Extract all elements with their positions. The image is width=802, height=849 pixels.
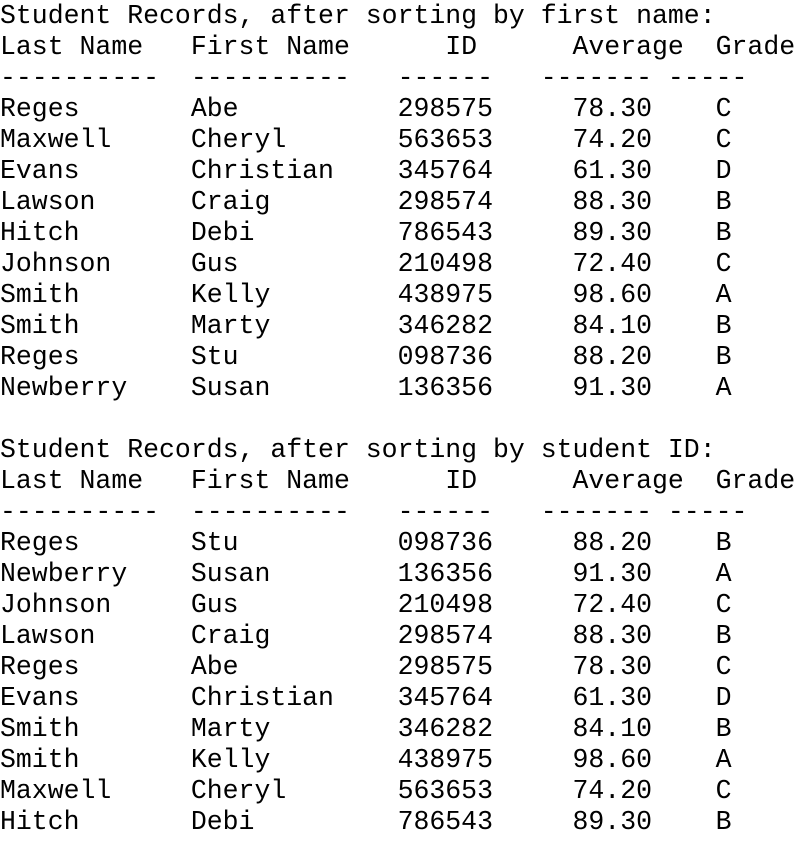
student-record-row: Smith Kelly 438975 98.60 A bbox=[0, 280, 732, 310]
student-record-row: Johnson Gus 210498 72.40 C bbox=[0, 590, 732, 620]
student-record-row: Hitch Debi 786543 89.30 B bbox=[0, 218, 732, 248]
student-record-row: Maxwell Cheryl 563653 74.20 C bbox=[0, 776, 732, 806]
student-record-row: Smith Marty 346282 84.10 B bbox=[0, 311, 732, 341]
column-header-row: Last Name First Name ID Average Grade bbox=[0, 32, 796, 62]
student-record-row: Reges Stu 098736 88.20 B bbox=[0, 342, 732, 372]
header-rule: ---------- ---------- ------ ------- ---… bbox=[0, 63, 748, 93]
student-record-row: Lawson Craig 298574 88.30 B bbox=[0, 187, 732, 217]
student-record-row: Smith Kelly 438975 98.60 A bbox=[0, 745, 732, 775]
student-record-row: Johnson Gus 210498 72.40 C bbox=[0, 249, 732, 279]
student-record-row: Maxwell Cheryl 563653 74.20 C bbox=[0, 125, 732, 155]
student-record-row: Newberry Susan 136356 91.30 A bbox=[0, 373, 732, 403]
student-record-row: Lawson Craig 298574 88.30 B bbox=[0, 621, 732, 651]
section-title: Student Records, after sorting by first … bbox=[0, 1, 716, 31]
student-record-row: Evans Christian 345764 61.30 D bbox=[0, 156, 732, 186]
section-title: Student Records, after sorting by studen… bbox=[0, 435, 716, 465]
student-record-row: Reges Stu 098736 88.20 B bbox=[0, 528, 732, 558]
console-output: Student Records, after sorting by first … bbox=[0, 1, 795, 838]
student-record-row: Reges Abe 298575 78.30 C bbox=[0, 94, 732, 124]
student-record-row: Reges Abe 298575 78.30 C bbox=[0, 652, 732, 682]
student-record-row: Hitch Debi 786543 89.30 B bbox=[0, 807, 732, 837]
header-rule: ---------- ---------- ------ ------- ---… bbox=[0, 497, 748, 527]
student-record-row: Evans Christian 345764 61.30 D bbox=[0, 683, 732, 713]
column-header-row: Last Name First Name ID Average Grade bbox=[0, 466, 796, 496]
student-record-row: Smith Marty 346282 84.10 B bbox=[0, 714, 732, 744]
student-record-row: Newberry Susan 136356 91.30 A bbox=[0, 559, 732, 589]
